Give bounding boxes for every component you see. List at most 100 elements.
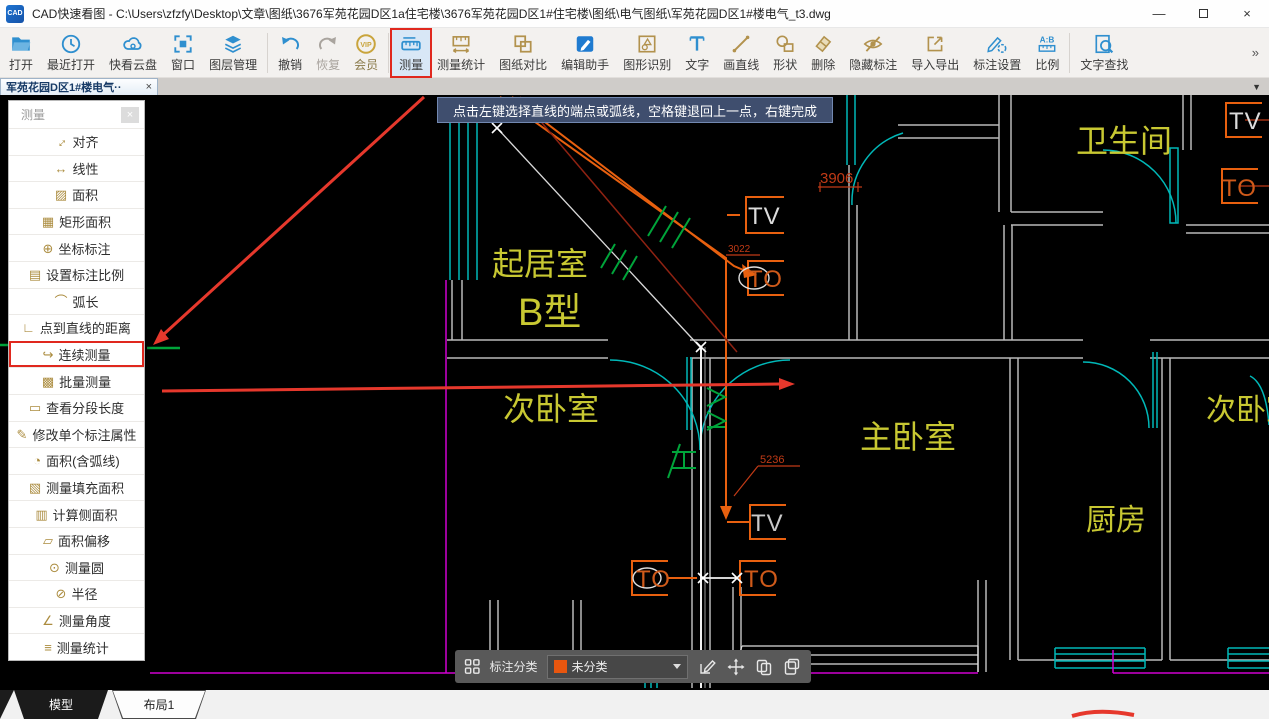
radius-icon: ⊘ bbox=[55, 586, 67, 602]
measure-item-angle[interactable]: ∠ 测量角度 bbox=[9, 606, 144, 634]
toolbar-button-import-export[interactable]: 导入导出 bbox=[904, 30, 966, 76]
measure-item-linear[interactable]: ↔ 线性 bbox=[9, 154, 144, 182]
toolbar-label: 测量统计 bbox=[437, 57, 486, 72]
measure-item-continuous[interactable]: ↪ 连续测量 bbox=[9, 340, 144, 368]
toolbar-button-open[interactable]: 打开 bbox=[2, 30, 40, 76]
paste-annotation-button[interactable] bbox=[783, 657, 802, 677]
toolbar-button-compare[interactable]: 图纸对比 bbox=[492, 30, 554, 76]
to-label: TO bbox=[1222, 175, 1257, 202]
measure-item-arc-length[interactable]: ⌒ 弧长 bbox=[9, 287, 144, 315]
measure-item-rect-area[interactable]: ▦ 矩形面积 bbox=[9, 207, 144, 235]
measure-item-side-area[interactable]: ▥ 计算侧面积 bbox=[9, 500, 144, 527]
sheet-tab-layout1[interactable]: 布局1 bbox=[112, 690, 206, 719]
measure-item-radius[interactable]: ⊘ 半径 bbox=[9, 580, 144, 607]
room-label: 主卧室 bbox=[860, 419, 956, 455]
toolbar-button-draw-line[interactable]: 画直线 bbox=[716, 30, 766, 76]
dropdown-caret-icon bbox=[673, 664, 682, 669]
toolbar-button-redo[interactable]: 恢复 bbox=[309, 30, 347, 76]
annotation-settings-icon bbox=[987, 36, 1007, 53]
collapse-toolbar-icon[interactable]: ▼ bbox=[1252, 82, 1261, 92]
minimize-button[interactable]: — bbox=[1137, 0, 1181, 28]
ruler-icon bbox=[401, 36, 421, 50]
maximize-button[interactable] bbox=[1181, 0, 1225, 28]
fill-area-icon: ▧ bbox=[28, 480, 42, 496]
area-arc-icon: ◔ bbox=[33, 453, 42, 469]
segment-length-icon: ▭ bbox=[28, 400, 42, 416]
measure-item-align[interactable]: ↔ 对齐 bbox=[9, 128, 144, 155]
toolbar-overflow-button[interactable]: » bbox=[1252, 45, 1267, 60]
toolbar-button-layers[interactable]: 图层管理 bbox=[202, 30, 264, 76]
continuous-measure-icon: ↪ bbox=[42, 347, 54, 363]
cad-drawing[interactable]: 起居室 B型 次卧室 主卧室 卫生间 厨房 次卧室 TV TO TV TO TV… bbox=[0, 95, 1269, 690]
tab-close-icon[interactable]: × bbox=[146, 81, 152, 93]
measure-item-point-line-distance[interactable]: ∟ 点到直线的距离 bbox=[9, 314, 144, 341]
toolbar-button-delete[interactable]: 删除 bbox=[804, 30, 842, 76]
stats-icon: ≡ bbox=[44, 639, 52, 655]
toolbar-button-recent[interactable]: 最近打开 bbox=[40, 30, 102, 76]
toolbar-button-measure-stats[interactable]: 测量统计 bbox=[430, 30, 492, 76]
close-button[interactable]: × bbox=[1225, 0, 1269, 28]
window-title: CAD快速看图 - C:\Users\zfzfy\Desktop\文章\图纸\3… bbox=[32, 7, 831, 21]
measure-item-scale-setting[interactable]: ▤ 设置标注比例 bbox=[9, 260, 144, 288]
measure-panel-close-icon[interactable]: × bbox=[121, 106, 139, 123]
measure-item-label: 面积偏移 bbox=[57, 534, 110, 550]
toolbar-separator bbox=[388, 32, 390, 73]
document-tab[interactable]: 军苑花园D区1#楼电气·· × bbox=[0, 78, 158, 95]
sheet-tab-model[interactable]: 模型 bbox=[14, 690, 108, 719]
layers-icon bbox=[224, 35, 242, 53]
dim-text: 5236 bbox=[760, 454, 784, 466]
room-label: 卫生间 bbox=[1076, 123, 1172, 159]
measure-item-area-arc[interactable]: ◔ 面积(含弧线) bbox=[9, 447, 144, 474]
measure-item-label: 线性 bbox=[72, 161, 99, 177]
measure-item-label: 测量圆 bbox=[64, 560, 104, 576]
arc-length-icon: ⌒ bbox=[54, 293, 68, 309]
toolbar-button-annotation-settings[interactable]: 标注设置 bbox=[966, 30, 1028, 76]
to-label: TO bbox=[744, 566, 779, 593]
toolbar-button-measure[interactable]: 测量 bbox=[390, 27, 433, 78]
toolbar-separator bbox=[267, 32, 269, 73]
measure-item-segment-length[interactable]: ▭ 查看分段长度 bbox=[9, 393, 144, 421]
measure-item-coordinate[interactable]: ⊕ 坐标标注 bbox=[9, 234, 144, 261]
drawing-canvas[interactable]: 起居室 B型 次卧室 主卧室 卫生间 厨房 次卧室 TV TO TV TO TV… bbox=[0, 95, 1269, 690]
toolbar-button-cloud[interactable]: 快看云盘 bbox=[102, 30, 164, 76]
clock-icon bbox=[61, 34, 81, 53]
measure-item-label: 测量填充面积 bbox=[46, 481, 125, 497]
main-toolbar: 打开 最近打开 快看云盘 窗口 图层管理 撤销 恢复 VIP 会员 测量 测量统计… bbox=[0, 27, 1269, 78]
measure-item-batch[interactable]: ▩ 批量测量 bbox=[9, 367, 144, 394]
move-annotation-button[interactable] bbox=[726, 657, 745, 677]
measure-item-modify-attribute[interactable]: ✎ 修改单个标注属性 bbox=[9, 420, 144, 448]
toolbar-label: 会员 bbox=[354, 57, 379, 72]
grid-icon[interactable] bbox=[464, 658, 480, 675]
scale-ab-icon: A:B bbox=[1038, 35, 1056, 52]
measure-item-area-offset[interactable]: ▱ 面积偏移 bbox=[9, 526, 144, 554]
toolbar-button-edit-assistant[interactable]: 编辑助手 bbox=[554, 30, 616, 76]
measure-item-label: 点到直线的距离 bbox=[39, 321, 131, 337]
toolbar-button-scale[interactable]: A:B 比例 bbox=[1028, 30, 1066, 76]
toolbar-button-hide-annotations[interactable]: 隐藏标注 bbox=[842, 30, 904, 76]
measure-item-label: 查看分段长度 bbox=[46, 401, 125, 417]
toolbar-label: 撤销 bbox=[278, 57, 303, 72]
scale-setting-icon: ▤ bbox=[28, 267, 42, 283]
copy-annotation-button[interactable] bbox=[754, 657, 773, 677]
toolbar-button-window[interactable]: 窗口 bbox=[164, 30, 202, 76]
measure-item-statistics[interactable]: ≡ 测量统计 bbox=[9, 633, 144, 660]
measure-item-label: 面积 bbox=[72, 188, 99, 204]
measure-item-label: 计算侧面积 bbox=[52, 507, 118, 523]
toolbar-button-shape-recognition[interactable]: 图形识别 bbox=[616, 30, 678, 76]
toolbar-button-text[interactable]: 文字 bbox=[678, 30, 716, 76]
edit-annotation-button[interactable] bbox=[697, 657, 716, 677]
measure-item-circle[interactable]: ⊙ 测量圆 bbox=[9, 553, 144, 581]
tv-label: TV bbox=[751, 510, 784, 537]
batch-measure-icon: ▩ bbox=[41, 373, 55, 389]
toolbar-button-shapes[interactable]: 形状 bbox=[766, 30, 804, 76]
toolbar-button-vip[interactable]: VIP 会员 bbox=[347, 30, 385, 76]
toolbar-label: 导入导出 bbox=[911, 57, 960, 72]
measure-item-area[interactable]: ▨ 面积 bbox=[9, 181, 144, 208]
circle-icon: ⊙ bbox=[49, 559, 60, 575]
sheet-tab-label: 布局1 bbox=[113, 691, 205, 718]
toolbar-button-text-search[interactable]: 文字查找 bbox=[1073, 30, 1135, 76]
toolbar-button-undo[interactable]: 撤销 bbox=[271, 30, 309, 76]
measure-item-fill-area[interactable]: ▧ 测量填充面积 bbox=[9, 473, 144, 501]
toolbar-label: 比例 bbox=[1035, 57, 1060, 72]
classify-dropdown[interactable]: 未分类 bbox=[546, 654, 689, 679]
